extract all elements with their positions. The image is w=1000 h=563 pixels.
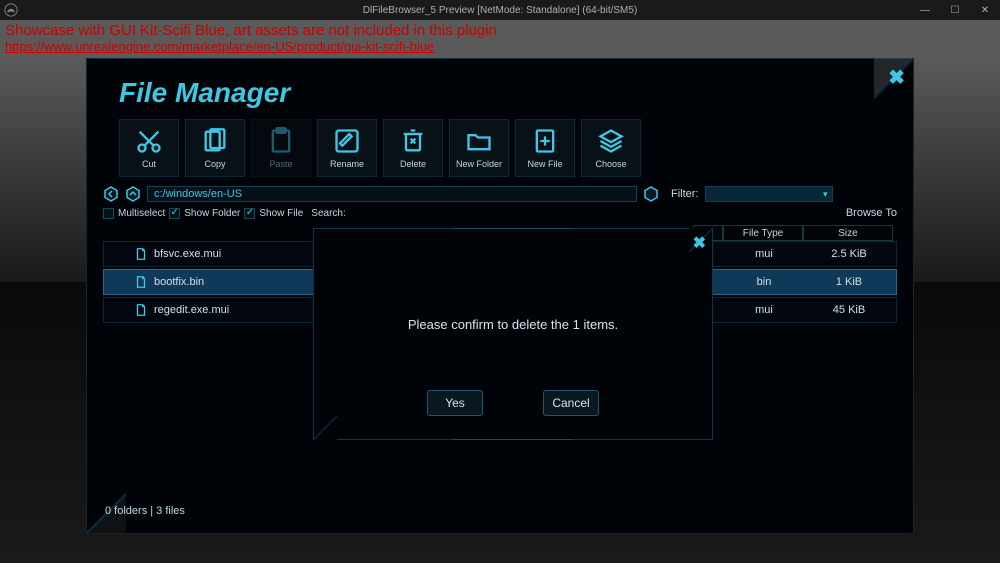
delete-button[interactable]: Delete [383, 119, 443, 177]
new-file-button[interactable]: New File [515, 119, 575, 177]
dialog-message: Please confirm to delete the 1 items. [314, 317, 712, 332]
show-file-label: Show File [259, 208, 303, 219]
delete-label: Delete [400, 159, 426, 169]
filter-select[interactable]: ▾ [705, 186, 833, 202]
status-bar: 0 folders | 3 files [105, 505, 185, 517]
file-type: bin [724, 276, 804, 288]
showcase-overlay: Showcase with GUI Kit-Scifi Blue, art as… [5, 22, 497, 54]
show-folder-label: Show Folder [184, 208, 240, 219]
scissors-icon [135, 127, 163, 155]
column-filetype[interactable]: File Type [723, 225, 803, 241]
choose-button[interactable]: Choose [581, 119, 641, 177]
paste-button[interactable]: Paste [251, 119, 311, 177]
file-size: 2.5 KiB [804, 248, 894, 260]
rename-button[interactable]: Rename [317, 119, 377, 177]
pencil-icon [333, 127, 361, 155]
file-size: 45 KiB [804, 304, 894, 316]
rename-label: Rename [330, 159, 364, 169]
multiselect-label: Multiselect [118, 208, 165, 219]
panel-header: File Manager [87, 59, 913, 119]
filter-label: Filter: [671, 188, 699, 200]
file-icon [134, 247, 148, 261]
options-row: Multiselect Show Folder Show File Search… [87, 203, 913, 221]
show-folder-checkbox[interactable] [169, 208, 180, 219]
window-maximize-button[interactable]: ☐ [940, 0, 970, 20]
confirm-dialog: ✖ Please confirm to delete the 1 items. … [313, 228, 713, 440]
new-folder-label: New Folder [456, 159, 502, 169]
folder-icon [465, 127, 493, 155]
choose-label: Choose [595, 159, 626, 169]
table-header: 19 File Type Size [693, 225, 893, 241]
file-size: 1 KiB [804, 276, 894, 288]
yes-button[interactable]: Yes [427, 390, 483, 416]
dialog-corner-decoration [313, 416, 337, 440]
layers-icon [597, 127, 625, 155]
chevron-down-icon: ▾ [823, 189, 828, 200]
file-type: mui [724, 248, 804, 260]
dialog-decoration [453, 228, 573, 232]
search-label: Search: [311, 208, 345, 219]
showcase-link[interactable]: https://www.unrealengine.com/marketplace… [5, 39, 497, 54]
multiselect-checkbox[interactable] [103, 208, 114, 219]
toolbar: Cut Copy Paste Rename Delete New Folder … [87, 119, 913, 185]
panel-close-button[interactable]: ✖ [888, 65, 905, 90]
column-size[interactable]: Size [803, 225, 893, 241]
window-minimize-button[interactable]: — [910, 0, 940, 20]
file-type: mui [724, 304, 804, 316]
copy-label: Copy [204, 159, 225, 169]
file-icon [134, 303, 148, 317]
filter-settings-button[interactable] [643, 186, 659, 202]
dialog-close-button[interactable]: ✖ [693, 233, 706, 253]
show-file-checkbox[interactable] [244, 208, 255, 219]
paste-label: Paste [269, 159, 292, 169]
unreal-logo-icon [4, 3, 18, 17]
file-plus-icon [531, 127, 559, 155]
window-title: DlFileBrowser_5 Preview [NetMode: Standa… [363, 5, 638, 16]
copy-icon [201, 127, 229, 155]
window-titlebar: DlFileBrowser_5 Preview [NetMode: Standa… [0, 0, 1000, 20]
new-file-label: New File [527, 159, 562, 169]
copy-button[interactable]: Copy [185, 119, 245, 177]
cancel-button[interactable]: Cancel [543, 390, 599, 416]
nav-back-button[interactable] [103, 186, 119, 202]
clipboard-icon [267, 127, 295, 155]
path-input[interactable] [147, 186, 637, 202]
path-row: Filter: ▾ [87, 185, 913, 203]
showcase-text: Showcase with GUI Kit-Scifi Blue, art as… [5, 22, 497, 39]
dialog-actions: Yes Cancel [314, 390, 712, 416]
cut-button[interactable]: Cut [119, 119, 179, 177]
new-folder-button[interactable]: New Folder [449, 119, 509, 177]
file-icon [134, 275, 148, 289]
dialog-decoration [453, 436, 573, 440]
panel-title: File Manager [119, 77, 290, 108]
trash-icon [399, 127, 427, 155]
browse-to-button[interactable]: Browse To [846, 207, 897, 219]
cut-label: Cut [142, 159, 156, 169]
window-close-button[interactable]: ✕ [970, 0, 1000, 20]
nav-up-button[interactable] [125, 186, 141, 202]
